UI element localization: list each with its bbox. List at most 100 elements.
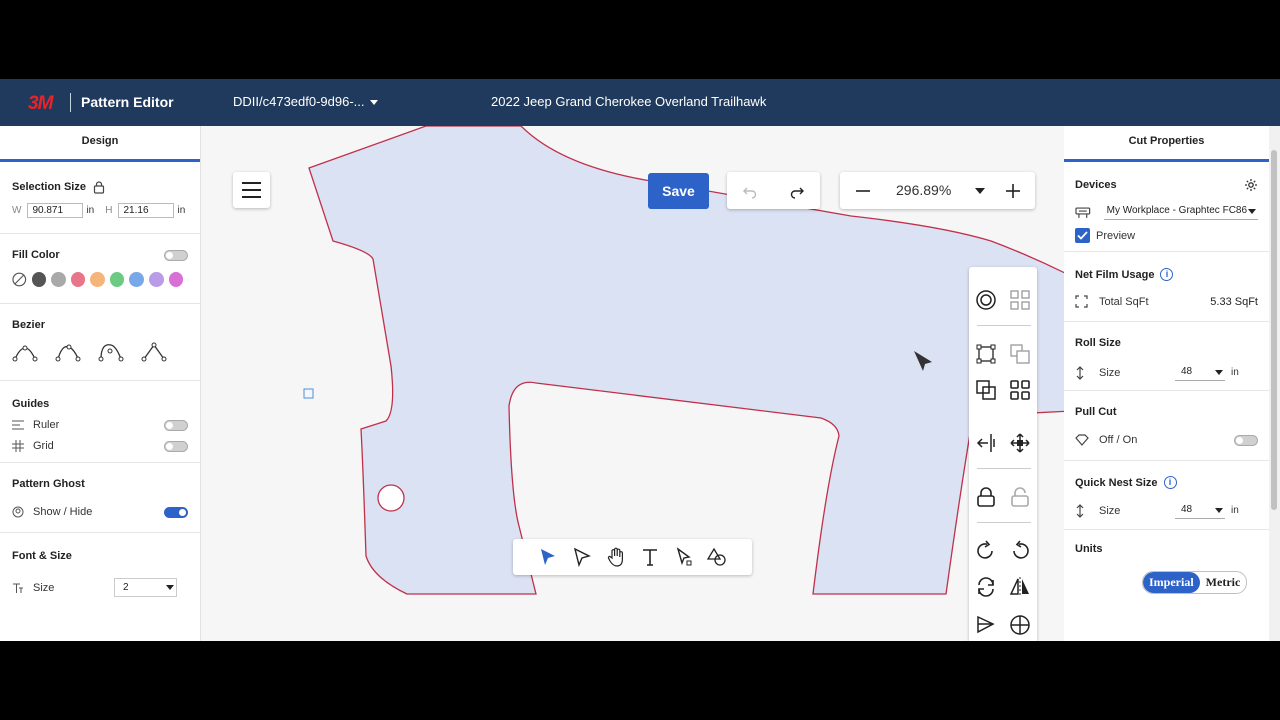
- tab-cut-properties[interactable]: Cut Properties: [1064, 126, 1269, 162]
- height-label: H: [105, 205, 113, 216]
- tab-design[interactable]: Design: [0, 126, 200, 162]
- ruler-toggle[interactable]: [164, 419, 188, 431]
- device-select[interactable]: My Workplace - Graphtec FC86: [1103, 203, 1258, 220]
- document-id: DDII/c473edf0-9d96-...: [233, 94, 365, 109]
- scroll-thumb[interactable]: [1271, 150, 1277, 510]
- zoom-controls: 296.89%: [840, 172, 1035, 209]
- hamburger-icon: [242, 182, 261, 198]
- height-input[interactable]: 21.16: [118, 203, 175, 218]
- pan-hand-icon[interactable]: [605, 546, 627, 568]
- transform-toolbar: [969, 267, 1037, 641]
- font-size-select[interactable]: 2: [114, 578, 177, 597]
- color-swatch[interactable]: [109, 272, 125, 287]
- guides-section: Guides Ruler Grid: [0, 381, 200, 463]
- fill-color-toggle[interactable]: [164, 249, 188, 261]
- show-hide-label: Show / Hide: [33, 506, 93, 518]
- width-input[interactable]: 90.871: [27, 203, 84, 218]
- width-label: W: [12, 205, 22, 216]
- imperial-option[interactable]: Imperial: [1143, 572, 1200, 593]
- guides-title: Guides: [12, 398, 50, 410]
- rotate-right-icon[interactable]: [975, 540, 997, 562]
- quick-nest-size-unit: in: [1231, 505, 1239, 516]
- mirror-icon[interactable]: [975, 614, 997, 636]
- color-swatches: [12, 272, 188, 287]
- center-target-icon[interactable]: [1009, 614, 1031, 636]
- ruler-label: Ruler: [33, 419, 60, 431]
- bezier-smooth-icon[interactable]: [55, 341, 81, 363]
- selection-size-title: Selection Size: [12, 181, 86, 193]
- selection-size-section: Selection Size W 90.871 in H 21.16 in: [0, 162, 200, 234]
- net-film-title: Net Film Usage: [1075, 268, 1155, 281]
- design-canvas[interactable]: Save 296.89%: [201, 126, 1064, 641]
- color-swatch[interactable]: [129, 272, 144, 287]
- brand-logo: 3M: [28, 93, 53, 114]
- weld-icon[interactable]: [975, 289, 997, 311]
- color-swatch[interactable]: [51, 272, 66, 287]
- ruler-icon: [12, 420, 24, 430]
- menu-button[interactable]: [233, 172, 270, 208]
- align-left-icon[interactable]: [975, 432, 997, 454]
- roll-size-section: Roll Size Size 48 in: [1064, 322, 1269, 391]
- bounding-box-icon[interactable]: [975, 343, 997, 365]
- bezier-symmetric-icon[interactable]: [12, 341, 38, 363]
- bezier-title: Bezier: [12, 319, 46, 331]
- zoom-in-icon[interactable]: [1005, 183, 1021, 199]
- no-fill-icon[interactable]: [12, 272, 27, 287]
- chevron-down-icon[interactable]: [975, 187, 985, 195]
- lock-icon[interactable]: [975, 486, 997, 508]
- move-icon[interactable]: [1009, 432, 1031, 454]
- rotate-left-icon[interactable]: [1009, 540, 1031, 562]
- shapes-icon[interactable]: [705, 546, 729, 568]
- pattern-ghost-toggle[interactable]: [164, 506, 188, 518]
- array-icon[interactable]: [1009, 379, 1031, 401]
- text-tool-icon[interactable]: [639, 546, 661, 568]
- flip-icon[interactable]: [1009, 576, 1031, 598]
- preview-checkbox[interactable]: [1075, 228, 1090, 243]
- quick-nest-size-select[interactable]: 48: [1175, 502, 1225, 519]
- node-edit-icon[interactable]: [673, 546, 695, 568]
- direct-select-icon[interactable]: [571, 546, 593, 568]
- redo-icon[interactable]: [789, 183, 805, 199]
- color-swatch[interactable]: [70, 272, 86, 287]
- ghost-icon: [12, 506, 24, 518]
- metric-option[interactable]: Metric: [1200, 572, 1247, 593]
- tool-palette: [513, 539, 752, 575]
- bezier-corner-icon[interactable]: [98, 341, 124, 363]
- gear-icon[interactable]: [1244, 178, 1258, 192]
- bezier-line-icon[interactable]: [141, 341, 167, 363]
- pull-cut-toggle[interactable]: [1234, 434, 1258, 446]
- plotter-icon: [1075, 207, 1091, 218]
- app-title: Pattern Editor: [81, 94, 174, 110]
- fill-color-title: Fill Color: [12, 249, 60, 261]
- save-button[interactable]: Save: [648, 173, 709, 209]
- toolbar-divider: [977, 468, 1031, 469]
- bezier-section: Bezier: [0, 304, 200, 381]
- rotate-180-icon[interactable]: [975, 576, 997, 598]
- color-swatch[interactable]: [31, 272, 47, 287]
- font-size-title: Font & Size: [12, 550, 72, 562]
- info-icon[interactable]: i: [1163, 476, 1177, 489]
- color-swatch[interactable]: [168, 272, 184, 287]
- toolbar-divider: [977, 325, 1031, 326]
- devices-title: Devices: [1075, 179, 1117, 191]
- select-arrow-icon[interactable]: [537, 546, 559, 568]
- grid-label: Grid: [33, 440, 54, 452]
- quick-nest-title: Quick Nest Size: [1075, 476, 1158, 489]
- unlock-icon[interactable]: [1009, 486, 1031, 508]
- pull-cut-title: Pull Cut: [1075, 406, 1117, 418]
- duplicate-icon[interactable]: [1009, 343, 1031, 365]
- lock-icon[interactable]: [92, 180, 106, 194]
- cut-properties-panel: Cut Properties Devices My Workplace - Gr…: [1064, 126, 1269, 641]
- info-icon[interactable]: i: [1160, 268, 1174, 281]
- panel-scrollbar[interactable]: [1269, 126, 1280, 641]
- roll-size-select[interactable]: 48: [1175, 364, 1225, 381]
- grid-toggle[interactable]: [164, 440, 188, 452]
- document-selector[interactable]: DDII/c473edf0-9d96-...: [233, 94, 378, 109]
- zoom-out-icon[interactable]: [855, 183, 871, 199]
- undo-icon[interactable]: [742, 183, 758, 199]
- group-icon[interactable]: [975, 379, 997, 401]
- color-swatch[interactable]: [148, 272, 164, 287]
- color-swatch[interactable]: [90, 272, 105, 287]
- design-panel: Design Selection Size W 90.871 in H 21.1…: [0, 126, 201, 641]
- grid-layout-icon[interactable]: [1009, 289, 1031, 311]
